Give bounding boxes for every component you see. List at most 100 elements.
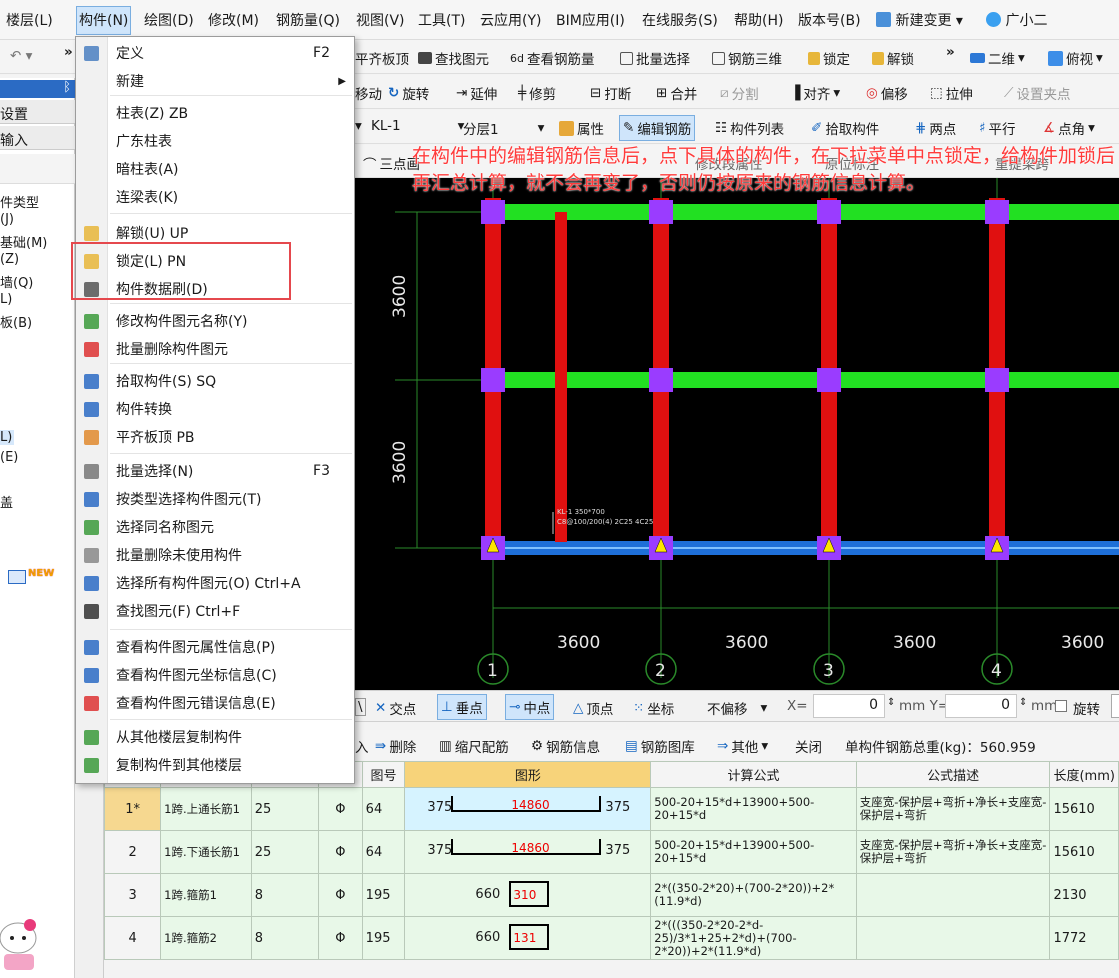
table-row[interactable]: 1* 1跨.上通长筋1 25 Φ 64 375 14860 375 500-20… bbox=[103, 787, 1119, 831]
menu-item-19[interactable]: 查找图元(F) Ctrl+F bbox=[76, 598, 354, 624]
menu-item-14[interactable]: 批量选择(N) F3 bbox=[76, 458, 354, 484]
menu-version[interactable]: 版本号(B) bbox=[798, 10, 861, 30]
view-rebar-qty-button[interactable]: 6d 查看钢筋量 bbox=[510, 48, 594, 69]
panel-tab-input[interactable]: 输入 bbox=[0, 126, 75, 150]
undo-button[interactable]: ↶ ▾ bbox=[10, 48, 32, 64]
delete-button[interactable]: ⇛ 删除 bbox=[375, 736, 416, 756]
menu-component[interactable]: 构件(N) bbox=[76, 6, 132, 35]
rotate-button[interactable]: ↻ 旋转 bbox=[388, 83, 429, 103]
merge-button[interactable]: ⊞ 合并 bbox=[656, 83, 697, 103]
col-header-fig-no[interactable]: 图号 bbox=[361, 761, 406, 788]
shape-cell[interactable]: 660 131 bbox=[404, 916, 652, 960]
tree-item-component-type[interactable]: 件类型 bbox=[0, 192, 39, 211]
grade-cell[interactable]: Φ bbox=[317, 830, 363, 874]
2d-dropdown[interactable]: 二维 ▾ bbox=[970, 48, 1025, 68]
x-spinner[interactable]: ⇕ bbox=[887, 697, 895, 708]
rebar-3d-button[interactable]: 钢筋三维 bbox=[712, 48, 782, 68]
snap-midpoint[interactable]: ⊸ 中点 bbox=[505, 694, 555, 720]
parallel-button[interactable]: ♯ 平行 bbox=[979, 118, 1016, 138]
col-header-shape[interactable]: 图形 bbox=[404, 761, 652, 788]
shape-cell[interactable]: 375 14860 375 bbox=[404, 787, 652, 831]
tree-item-selected[interactable]: L) bbox=[0, 430, 14, 445]
extend-button[interactable]: ⇥ 延伸 bbox=[456, 83, 497, 103]
fig-no-cell[interactable]: 195 bbox=[361, 916, 406, 960]
tree-item-beam[interactable]: L) bbox=[0, 292, 12, 307]
point-angle-button[interactable]: ∡ 点角 ▾ bbox=[1043, 118, 1095, 138]
node-a1[interactable] bbox=[481, 200, 505, 224]
menu-item-2[interactable]: 柱表(Z) ZB bbox=[76, 100, 354, 126]
menu-item-12[interactable]: 构件转换 bbox=[76, 396, 354, 422]
bar-name-cell[interactable]: 1跨.箍筋2 bbox=[160, 916, 252, 960]
fig-no-cell[interactable]: 195 bbox=[361, 873, 406, 917]
split-button[interactable]: ⧄ 分割 bbox=[720, 83, 759, 103]
other-dropdown[interactable]: ⇒ 其他 ▾ bbox=[717, 736, 768, 756]
rotate-checkbox[interactable] bbox=[1055, 700, 1067, 712]
find-element-button[interactable]: 查找图元 bbox=[418, 48, 489, 68]
node-b2[interactable] bbox=[649, 368, 673, 392]
pick-component-button[interactable]: ✐ 拾取构件 bbox=[811, 118, 879, 138]
menu-item-15[interactable]: 按类型选择构件图元(T) bbox=[76, 486, 354, 512]
snap-intersection[interactable]: ✕ 交点 bbox=[375, 698, 416, 718]
tree-item-column[interactable]: (Z) bbox=[0, 252, 19, 267]
menu-online[interactable]: 在线服务(S) bbox=[642, 10, 718, 30]
panel-pin-bar[interactable]: ᛒ bbox=[0, 80, 75, 98]
description-cell[interactable] bbox=[855, 873, 1051, 917]
component-list-button[interactable]: ☷ 构件列表 bbox=[715, 118, 784, 138]
row-index[interactable]: 4 bbox=[103, 916, 162, 960]
align-dropdown[interactable]: ▐ 对齐 ▾ bbox=[790, 83, 840, 103]
grid-view-icon[interactable] bbox=[8, 570, 26, 584]
beam-top[interactable] bbox=[485, 204, 1119, 220]
trim-button[interactable]: ╪ 修剪 bbox=[518, 83, 556, 103]
y-spinner[interactable]: ⇕ bbox=[1019, 697, 1027, 708]
snap-coordinate[interactable]: ⁙ 坐标 bbox=[633, 698, 674, 718]
menu-item-21[interactable]: 查看构件图元坐标信息(C) bbox=[76, 662, 354, 688]
menu-new-change[interactable]: 新建变更 ▾ bbox=[876, 10, 963, 30]
menu-item-22[interactable]: 查看构件图元错误信息(E) bbox=[76, 690, 354, 716]
bar-name-cell[interactable]: 1跨.下通长筋1 bbox=[160, 830, 252, 874]
col-header-formula[interactable]: 计算公式 bbox=[650, 761, 857, 788]
formula-cell[interactable]: 2*(((350-2*20-2*d-25)/3*1+25+2*d)+(700-2… bbox=[650, 916, 857, 960]
rotate-input[interactable] bbox=[1111, 694, 1119, 718]
shape-cell[interactable]: 660 310 bbox=[404, 873, 652, 917]
menu-tools[interactable]: 工具(T) bbox=[418, 10, 465, 30]
toolbar-overflow-chevron-2[interactable]: » bbox=[946, 44, 955, 60]
menu-bim[interactable]: BIM应用(I) bbox=[556, 10, 625, 30]
drawing-canvas[interactable]: KL-1 350*700 C8@100/200(4) 2C25 4C25 360… bbox=[355, 178, 1119, 690]
menu-item-1[interactable]: 新建 ▶ bbox=[76, 68, 354, 94]
bar-name-cell[interactable]: 1跨.箍筋1 bbox=[160, 873, 252, 917]
row-index[interactable]: 1* bbox=[103, 787, 162, 831]
description-cell[interactable]: 支座宽-保护层+弯折+净长+支座宽-保护层+弯折 bbox=[855, 787, 1051, 831]
menu-item-17[interactable]: 批量删除未使用构件 bbox=[76, 542, 354, 568]
menu-item-4[interactable]: 暗柱表(A) bbox=[76, 156, 354, 182]
length-cell[interactable]: 2130 bbox=[1049, 873, 1119, 917]
menu-help[interactable]: 帮助(H) bbox=[734, 10, 783, 30]
grade-cell[interactable]: Φ bbox=[317, 916, 363, 960]
menu-item-13[interactable]: 平齐板顶 PB bbox=[76, 424, 354, 450]
menu-item-23[interactable]: 从其他楼层复制构件 bbox=[76, 724, 354, 750]
menu-cloud[interactable]: 云应用(Y) bbox=[480, 10, 541, 30]
offset-button[interactable]: ◎ 偏移 bbox=[866, 83, 908, 103]
table-row[interactable]: 4 1跨.箍筋2 8 Φ 195 660 131 2*(((350-2*20-2… bbox=[103, 916, 1119, 960]
tree-item-cover[interactable]: 盖 bbox=[0, 492, 13, 511]
tree-item-j[interactable]: (J) bbox=[0, 212, 14, 227]
menu-item-9[interactable]: 修改构件图元名称(Y) bbox=[76, 308, 354, 334]
row-index[interactable]: 2 bbox=[103, 830, 162, 874]
menu-rebar-qty[interactable]: 钢筋量(Q) bbox=[276, 10, 340, 30]
fig-no-cell[interactable]: 64 bbox=[361, 830, 406, 874]
batch-select-button[interactable]: 批量选择 bbox=[620, 48, 690, 68]
property-button[interactable]: 属性 bbox=[559, 118, 604, 138]
break-button[interactable]: ⊟ 打断 bbox=[590, 83, 631, 103]
panel-tab-settings[interactable]: 设置 bbox=[0, 100, 75, 124]
diameter-cell[interactable]: 8 bbox=[250, 873, 319, 917]
menu-floor[interactable]: 楼层(L) bbox=[6, 10, 53, 30]
diameter-cell[interactable]: 25 bbox=[250, 787, 319, 831]
formula-cell[interactable]: 500-20+15*d+13900+500-20+15*d bbox=[650, 787, 857, 831]
two-point-button[interactable]: ⋕ 两点 bbox=[915, 118, 956, 138]
y-coordinate-input[interactable]: 0 bbox=[945, 694, 1017, 718]
grade-cell[interactable]: Φ bbox=[317, 787, 363, 831]
rebar-info-button[interactable]: ⚙ 钢筋信息 bbox=[531, 736, 600, 756]
formula-cell[interactable]: 500-20+15*d+13900+500-20+15*d bbox=[650, 830, 857, 874]
length-cell[interactable]: 15610 bbox=[1049, 787, 1119, 831]
move-button[interactable]: 移动 bbox=[355, 83, 382, 103]
menu-item-16[interactable]: 选择同名称图元 bbox=[76, 514, 354, 540]
